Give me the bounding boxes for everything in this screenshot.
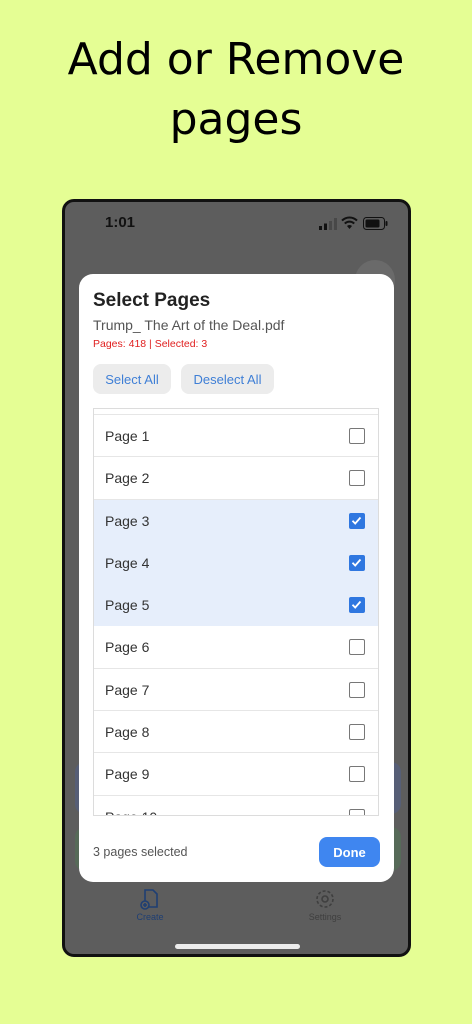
page-row-label: Page 3 — [105, 512, 150, 529]
page-row[interactable]: Page 9 — [94, 753, 378, 796]
page-list[interactable]: Page 1 Page 2 Page 3 Page 4 Page 5 Page 6 Page… — [93, 408, 379, 816]
page-checkbox[interactable] — [349, 428, 365, 444]
headline-line-1: Add or Remove — [67, 34, 405, 85]
deselect-all-button[interactable]: Deselect All — [181, 364, 274, 394]
dialog-title: Select Pages — [93, 290, 211, 311]
checkmark-icon — [351, 601, 362, 610]
page-row[interactable]: Page 8 — [94, 711, 378, 754]
home-indicator — [175, 944, 300, 949]
done-button[interactable]: Done — [319, 837, 380, 867]
wifi-icon — [341, 216, 358, 229]
page-row-label: Page 8 — [105, 724, 150, 741]
page-checkbox[interactable] — [349, 597, 365, 614]
page-row[interactable]: Page 1 — [94, 415, 378, 458]
page-checkbox[interactable] — [349, 808, 365, 815]
page-row-label: Page 4 — [105, 554, 150, 571]
tab-settings-label: Settings — [308, 912, 342, 922]
page-row-label: Page 5 — [105, 597, 150, 614]
page-row[interactable]: Page 5 — [94, 584, 378, 627]
checkmark-icon — [351, 516, 362, 525]
create-document-icon — [140, 889, 158, 910]
cellular-signal-icon — [319, 218, 337, 230]
page-row[interactable]: Page 4 — [94, 541, 378, 585]
select-all-button[interactable]: Select All — [93, 364, 171, 394]
page-row[interactable]: Page 2 — [94, 457, 378, 500]
tab-create-label: Create — [136, 912, 164, 922]
page-row-label: Page 10 — [105, 809, 157, 815]
headline-line-2: pages — [169, 94, 303, 145]
page-row[interactable]: Page 7 — [94, 668, 378, 712]
file-name: Trump_ The Art of the Deal.pdf — [93, 317, 285, 333]
tab-bar: Create Settings — [65, 882, 408, 942]
page-checkbox[interactable] — [349, 512, 365, 529]
page-checkbox[interactable] — [349, 554, 365, 571]
page-checkbox[interactable] — [349, 681, 365, 698]
page-checkbox[interactable] — [349, 724, 365, 741]
selected-count: 3 pages selected — [93, 845, 188, 859]
checkmark-icon — [351, 558, 362, 567]
select-pages-dialog: Select Pages Trump_ The Art of the Deal.… — [79, 274, 394, 882]
page-row[interactable]: Page 10 — [94, 795, 378, 815]
page-row-label: Page 9 — [105, 766, 150, 783]
status-bar: 1:01 — [65, 202, 408, 246]
page-checkbox[interactable] — [349, 639, 365, 656]
page-row-label: Page 7 — [105, 681, 150, 698]
page-checkbox[interactable] — [349, 470, 365, 487]
promo-headline: Add or Remove pages — [0, 30, 472, 150]
page-row[interactable]: Page 3 — [94, 499, 378, 542]
battery-icon — [363, 217, 388, 230]
tab-create[interactable]: Create — [110, 888, 190, 922]
tab-settings[interactable]: Settings — [285, 888, 365, 922]
page-checkbox[interactable] — [349, 766, 365, 783]
page-count-info: Pages: 418 | Selected: 3 — [93, 338, 208, 350]
page-row-label: Page 1 — [105, 428, 150, 444]
page-row[interactable]: Page 6 — [94, 626, 378, 669]
page-row-label: Page 6 — [105, 639, 150, 656]
status-time: 1:01 — [105, 214, 136, 231]
page-row-label: Page 2 — [105, 470, 150, 487]
gear-icon — [316, 890, 334, 908]
